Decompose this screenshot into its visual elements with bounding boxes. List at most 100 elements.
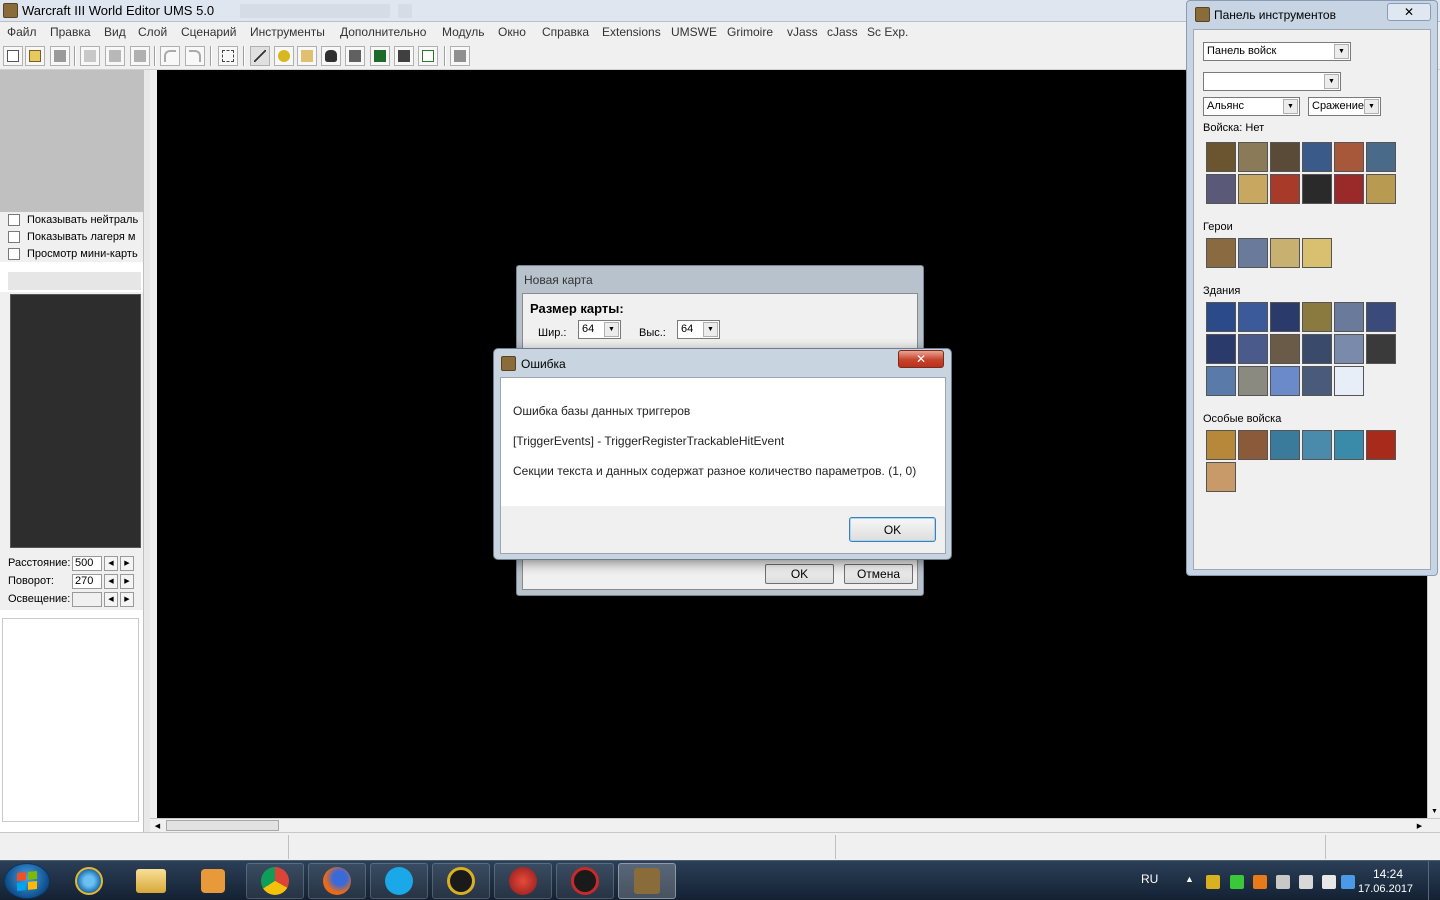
building-icon[interactable] — [1270, 366, 1300, 396]
menu-advanced[interactable]: Дополнительно — [340, 25, 426, 39]
taskbar-garena[interactable] — [432, 863, 490, 899]
chevron-down-icon[interactable]: ▼ — [1283, 99, 1298, 114]
checkbox-box[interactable] — [8, 231, 20, 243]
building-icon[interactable] — [1334, 334, 1364, 364]
unit-icon[interactable] — [1302, 142, 1332, 172]
building-icon[interactable] — [1334, 366, 1364, 396]
building-icon[interactable] — [1238, 302, 1268, 332]
distance-input[interactable]: 500 — [72, 555, 102, 571]
scrollbar-thumb[interactable] — [166, 820, 279, 831]
taskbar-skype[interactable] — [370, 863, 428, 899]
trigger-editor-button[interactable] — [345, 46, 365, 66]
start-button[interactable] — [4, 863, 50, 899]
error-ok-button[interactable]: OK — [849, 517, 936, 542]
building-icon[interactable] — [1270, 334, 1300, 364]
scroll-down-icon[interactable]: ▼ — [1429, 806, 1440, 817]
unit-icon[interactable] — [1366, 142, 1396, 172]
increase-button[interactable]: ▶ — [120, 591, 134, 607]
decrease-button[interactable]: ◀ — [104, 591, 118, 607]
minimap-preview-checkbox[interactable]: Просмотр мини-карть — [8, 246, 143, 262]
width-select[interactable]: 64 ▼ — [578, 320, 621, 339]
building-icon[interactable] — [1206, 334, 1236, 364]
select-button[interactable] — [218, 46, 238, 66]
campaign-editor-button[interactable] — [370, 46, 390, 66]
hero-icon[interactable] — [1270, 238, 1300, 268]
test-map-button[interactable] — [450, 46, 470, 66]
unit-icon[interactable] — [1334, 142, 1364, 172]
menu-umswe[interactable]: UMSWE — [671, 25, 717, 39]
building-icon[interactable] — [1366, 334, 1396, 364]
menu-cjass[interactable]: cJass — [827, 25, 858, 39]
menu-module[interactable]: Модуль — [442, 25, 485, 39]
lighting-input[interactable] — [72, 591, 102, 607]
menu-window[interactable]: Окно — [498, 25, 526, 39]
unit-icon[interactable] — [1206, 174, 1236, 204]
taskbar-explorer[interactable] — [122, 863, 180, 899]
building-icon[interactable] — [1238, 334, 1268, 364]
hero-icon[interactable] — [1238, 238, 1268, 268]
taskbar-world-editor[interactable] — [618, 863, 676, 899]
taskbar-chrome[interactable] — [246, 863, 304, 899]
race-select[interactable]: Альянс ▼ — [1203, 97, 1300, 116]
copy-button[interactable] — [105, 46, 125, 66]
unit-icon[interactable] — [1302, 174, 1332, 204]
new-map-cancel-button[interactable]: Отмена — [844, 564, 913, 584]
increase-button[interactable]: ▶ — [120, 573, 134, 589]
mode-type-select[interactable]: Сражение ▼ — [1308, 97, 1381, 116]
import-manager-button[interactable] — [418, 46, 438, 66]
building-icon[interactable] — [1302, 334, 1332, 364]
language-indicator[interactable]: RU — [1141, 872, 1158, 886]
download-icon[interactable] — [1230, 875, 1244, 889]
rotation-input[interactable]: 270 — [72, 573, 102, 589]
menu-help[interactable]: Справка — [542, 25, 589, 39]
special-unit-icon[interactable] — [1206, 462, 1236, 492]
taskbar-app-red[interactable] — [494, 863, 552, 899]
new-map-ok-button[interactable]: OK — [765, 564, 834, 584]
show-desktop-button[interactable] — [1428, 861, 1440, 900]
building-icon[interactable] — [1270, 302, 1300, 332]
network-icon[interactable] — [1299, 875, 1313, 889]
special-unit-icon[interactable] — [1270, 430, 1300, 460]
taskbar-app-game[interactable] — [556, 863, 614, 899]
unit-icon[interactable] — [1334, 174, 1364, 204]
checkbox-box[interactable] — [8, 214, 20, 226]
menu-scenario[interactable]: Сценарий — [181, 25, 236, 39]
open-map-button[interactable] — [25, 46, 45, 66]
taskbar-firefox[interactable] — [308, 863, 366, 899]
building-icon[interactable] — [1302, 366, 1332, 396]
special-unit-icon[interactable] — [1366, 430, 1396, 460]
undo-button[interactable] — [160, 46, 180, 66]
special-unit-icon[interactable] — [1206, 430, 1236, 460]
chevron-down-icon[interactable]: ▼ — [703, 322, 718, 337]
taskbar-ie[interactable] — [60, 863, 118, 899]
redo-button[interactable] — [185, 46, 205, 66]
panel-splitter[interactable] — [143, 70, 150, 832]
doodad-palette-button[interactable] — [274, 46, 294, 66]
increase-button[interactable]: ▶ — [120, 555, 134, 571]
menu-tools[interactable]: Инструменты — [250, 25, 325, 39]
height-select[interactable]: 64 ▼ — [677, 320, 720, 339]
building-icon[interactable] — [1366, 302, 1396, 332]
palette-title-bar[interactable]: Панель инструментов ✕ — [1187, 1, 1437, 27]
terrain-palette-button[interactable] — [250, 46, 270, 66]
special-unit-icon[interactable] — [1238, 430, 1268, 460]
action-center-icon[interactable] — [1276, 875, 1290, 889]
new-map-button[interactable] — [3, 46, 23, 66]
building-icon[interactable] — [1238, 366, 1268, 396]
horizontal-scrollbar[interactable]: ◀ ▶ — [150, 818, 1440, 831]
special-unit-icon[interactable] — [1334, 430, 1364, 460]
menu-extensions[interactable]: Extensions — [602, 25, 661, 39]
taskbar-media-player[interactable] — [184, 863, 242, 899]
unit-icon[interactable] — [1270, 142, 1300, 172]
decrease-button[interactable]: ◀ — [104, 573, 118, 589]
building-icon[interactable] — [1302, 302, 1332, 332]
chevron-down-icon[interactable]: ▼ — [1364, 99, 1379, 114]
hero-icon[interactable] — [1206, 238, 1236, 268]
sound-editor-button[interactable] — [297, 46, 317, 66]
show-neutral-checkbox[interactable]: Показывать нейтраль — [8, 212, 143, 228]
palette-close-button[interactable]: ✕ — [1387, 3, 1431, 21]
building-icon[interactable] — [1334, 302, 1364, 332]
unit-icon[interactable] — [1270, 174, 1300, 204]
cloud-drive-icon[interactable] — [1341, 875, 1355, 889]
tray-expand-icon[interactable]: ▲ — [1185, 874, 1194, 884]
